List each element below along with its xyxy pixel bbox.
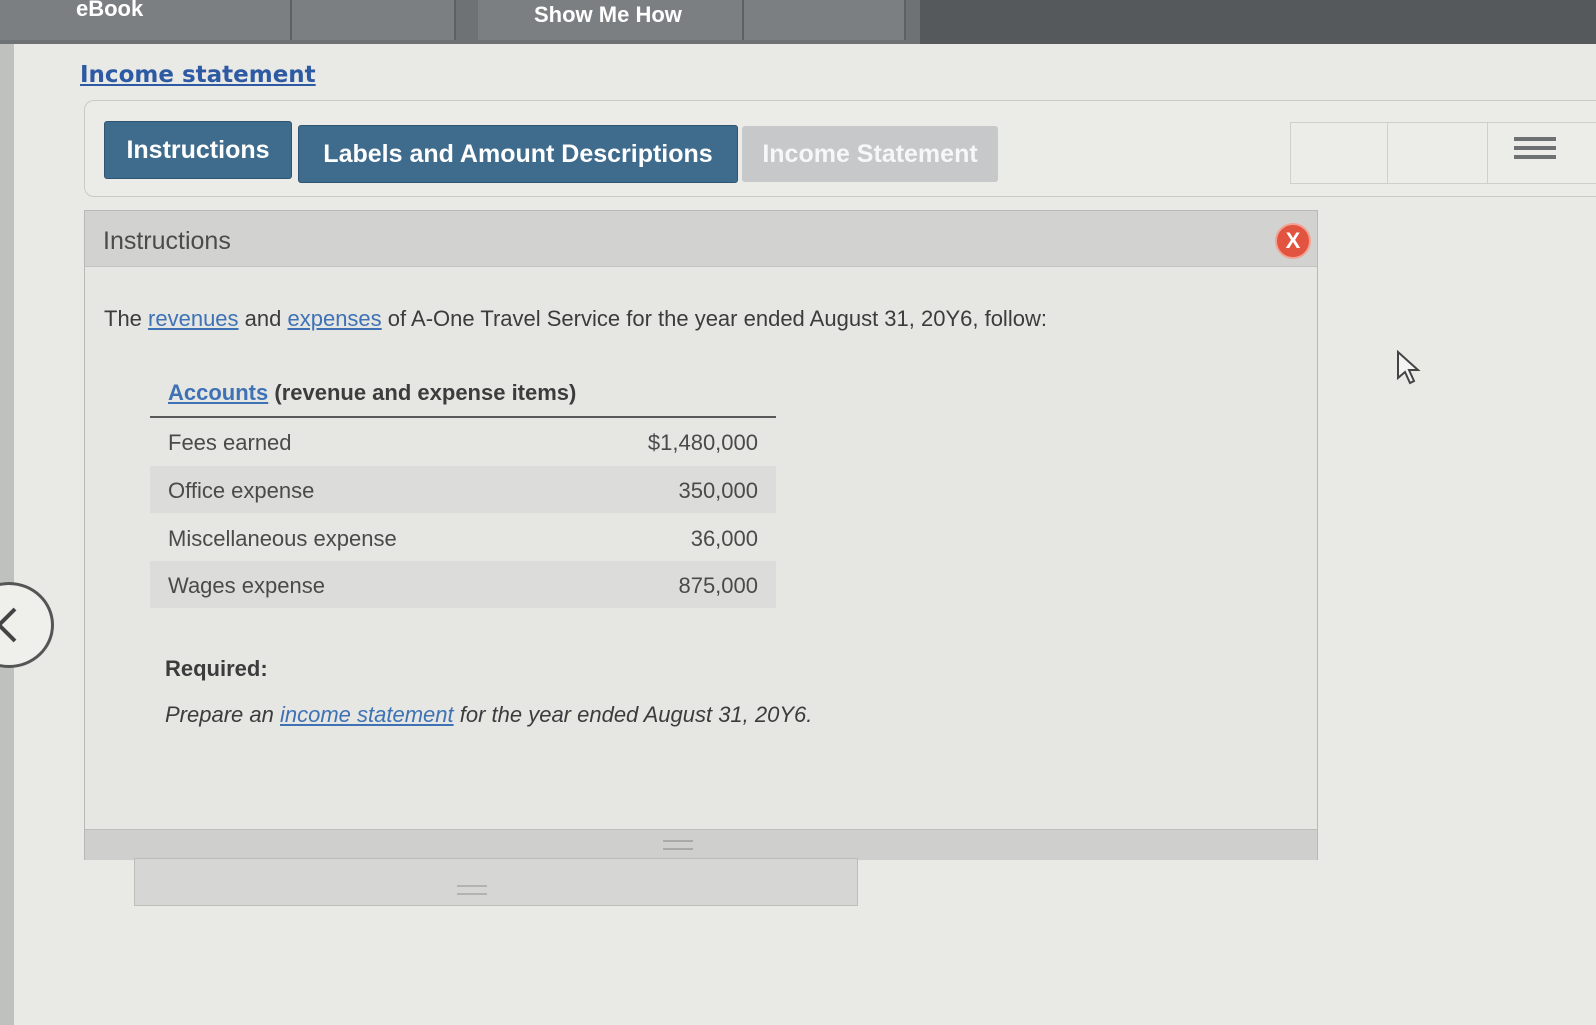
account-amount: 875,000 (678, 573, 758, 598)
close-icon[interactable]: X (1275, 223, 1311, 259)
table-row: Fees earned $1,480,000 (150, 418, 776, 465)
resize-grip-icon[interactable] (663, 840, 693, 850)
account-label: Miscellaneous expense (168, 526, 397, 551)
panel-footer (85, 829, 1317, 860)
top-toolbar: eBook Show Me How (0, 0, 1596, 44)
accounts-header-rest: (revenue and expense items) (268, 380, 577, 405)
list-menu-icon[interactable] (1514, 137, 1556, 169)
panel-header: Instructions X (85, 211, 1317, 267)
left-edge (0, 44, 14, 1025)
tab-income-statement[interactable]: Income Statement (742, 126, 998, 182)
required-suffix: for the year ended August 31, 20Y6. (453, 702, 813, 727)
tool-divider (1487, 123, 1488, 183)
required-prefix: Prepare an (165, 702, 280, 727)
ebook-tab[interactable]: eBook (0, 0, 292, 40)
table-row: Miscellaneous expense 36,000 (150, 514, 776, 561)
revenues-link[interactable]: revenues (148, 306, 239, 331)
top-strip (920, 0, 1596, 44)
show-me-how-tab[interactable]: Show Me How (478, 0, 744, 40)
ebook-label: eBook (76, 0, 144, 21)
account-label: Wages expense (168, 573, 325, 598)
tab-instructions[interactable]: Instructions (104, 121, 292, 179)
table-row: Wages expense 875,000 (150, 561, 776, 608)
accounts-header: Accounts (revenue and expense items) (168, 380, 576, 406)
tool-divider (1387, 123, 1388, 183)
income-statement-link[interactable]: Income statement (80, 62, 316, 88)
account-label: Fees earned (168, 430, 292, 455)
intro-text: The revenues and expenses of A-One Trave… (104, 306, 1047, 332)
account-amount: 36,000 (690, 526, 758, 551)
account-amount: 350,000 (678, 478, 758, 503)
required-text: Prepare an income statement for the year… (165, 702, 812, 728)
tab-labels-and-amount-descriptions[interactable]: Labels and Amount Descriptions (298, 125, 738, 183)
resize-grip-icon[interactable] (457, 885, 487, 895)
accounts-link[interactable]: Accounts (168, 380, 268, 405)
mouse-pointer-icon (1396, 349, 1422, 391)
required-heading: Required: (165, 656, 268, 681)
account-amount: $1,480,000 (647, 430, 758, 455)
show-me-how-label: Show Me How (534, 2, 682, 27)
toolbar-tab-blank-2[interactable] (744, 0, 906, 40)
income-statement-term-link[interactable]: income statement (280, 702, 454, 727)
secondary-panel (134, 858, 858, 906)
intro-prefix: The (104, 306, 149, 331)
chevron-left-icon[interactable] (0, 582, 54, 668)
table-row: Office expense 350,000 (150, 466, 776, 513)
account-label: Office expense (168, 478, 315, 503)
expenses-link[interactable]: expenses (287, 306, 381, 331)
intro-suffix: of A-One Travel Service for the year end… (381, 306, 1047, 331)
panel-title: Instructions (103, 227, 231, 255)
intro-mid: and (238, 306, 288, 331)
toolbar-tab-blank[interactable] (292, 0, 456, 40)
